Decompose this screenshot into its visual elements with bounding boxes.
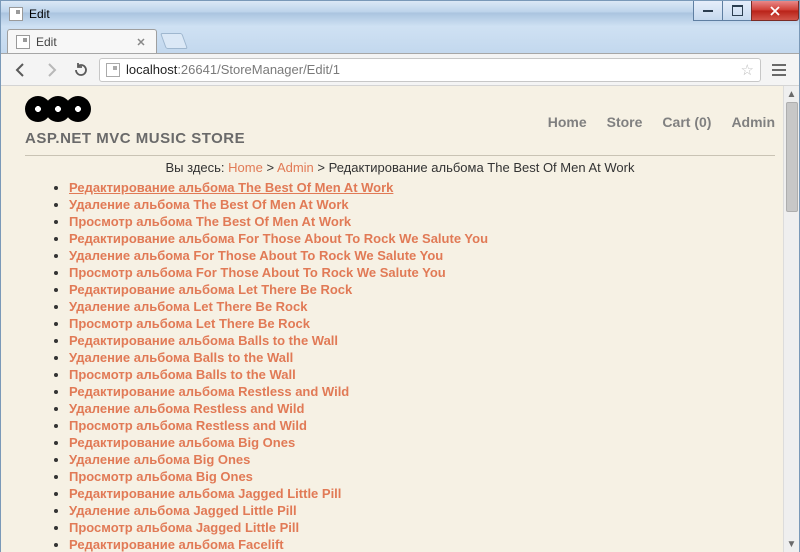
new-tab-button[interactable] xyxy=(160,33,188,49)
page-viewport: ASP.NET MVC MUSIC STORE Home Store Cart … xyxy=(1,86,799,552)
nav-admin[interactable]: Admin xyxy=(731,114,775,130)
url-path: /StoreManager/Edit/1 xyxy=(217,62,340,77)
window-close-button[interactable] xyxy=(751,1,799,21)
logo-disc xyxy=(65,96,91,122)
url-port: :26641 xyxy=(177,62,217,77)
divider xyxy=(25,155,775,156)
album-edit-link[interactable]: Редактирование альбома Restless and Wild xyxy=(69,384,349,399)
scroll-down-button[interactable]: ▼ xyxy=(784,536,800,552)
breadcrumb-current: Редактирование альбома The Best Of Men A… xyxy=(329,160,635,175)
list-item: Редактирование альбома Balls to the Wall xyxy=(69,332,775,349)
album-view-link[interactable]: Просмотр альбома Balls to the Wall xyxy=(69,367,296,382)
album-view-link[interactable]: Просмотр альбома Jagged Little Pill xyxy=(69,520,299,535)
breadcrumb-home[interactable]: Home xyxy=(228,160,263,175)
list-item: Редактирование альбома Let There Be Rock xyxy=(69,281,775,298)
list-item: Редактирование альбома The Best Of Men A… xyxy=(69,179,775,196)
nav-store[interactable]: Store xyxy=(607,114,643,130)
album-edit-link[interactable]: Редактирование альбома For Those About T… xyxy=(69,231,488,246)
album-edit-link[interactable]: Редактирование альбома Let There Be Rock xyxy=(69,282,352,297)
forward-button[interactable] xyxy=(39,58,63,82)
tab-close-button[interactable] xyxy=(134,35,148,49)
site-header: ASP.NET MVC MUSIC STORE Home Store Cart … xyxy=(25,96,775,147)
breadcrumb-admin[interactable]: Admin xyxy=(277,160,314,175)
list-item: Просмотр альбома Restless and Wild xyxy=(69,417,775,434)
window-title-wrap: Edit xyxy=(9,7,50,21)
bookmark-star-icon[interactable]: ☆ xyxy=(741,61,754,79)
list-item: Удаление альбома For Those About To Rock… xyxy=(69,247,775,264)
scroll-thumb[interactable] xyxy=(786,102,798,212)
album-view-link[interactable]: Просмотр альбома Let There Be Rock xyxy=(69,316,310,331)
album-edit-link[interactable]: Редактирование альбома The Best Of Men A… xyxy=(69,180,393,195)
list-item: Удаление альбома Jagged Little Pill xyxy=(69,502,775,519)
page-body: ASP.NET MVC MUSIC STORE Home Store Cart … xyxy=(1,86,799,552)
nav-cart[interactable]: Cart (0) xyxy=(662,114,711,130)
album-edit-link[interactable]: Редактирование альбома Big Ones xyxy=(69,435,295,450)
window-maximize-button[interactable] xyxy=(722,1,752,21)
window-favicon xyxy=(9,7,23,21)
list-item: Просмотр альбома For Those About To Rock… xyxy=(69,264,775,281)
breadcrumb: Вы здесь: Home > Admin > Редактирование … xyxy=(25,160,775,175)
tab-favicon xyxy=(16,35,30,49)
list-item: Удаление альбома Let There Be Rock xyxy=(69,298,775,315)
album-delete-link[interactable]: Удаление альбома The Best Of Men At Work xyxy=(69,197,349,212)
url-text: localhost:26641/StoreManager/Edit/1 xyxy=(126,62,340,77)
album-action-list: Редактирование альбома The Best Of Men A… xyxy=(25,179,775,552)
album-edit-link[interactable]: Редактирование альбома Balls to the Wall xyxy=(69,333,338,348)
album-delete-link[interactable]: Удаление альбома Jagged Little Pill xyxy=(69,503,297,518)
nav-home[interactable]: Home xyxy=(548,114,587,130)
list-item: Редактирование альбома Facelift xyxy=(69,536,775,552)
url-host: localhost xyxy=(126,62,177,77)
list-item: Редактирование альбома Jagged Little Pil… xyxy=(69,485,775,502)
site-title: ASP.NET MVC MUSIC STORE xyxy=(25,130,245,147)
album-delete-link[interactable]: Удаление альбома Let There Be Rock xyxy=(69,299,307,314)
breadcrumb-sep: > xyxy=(263,160,277,175)
list-item: Просмотр альбома Jagged Little Pill xyxy=(69,519,775,536)
album-delete-link[interactable]: Удаление альбома For Those About To Rock… xyxy=(69,248,443,263)
list-item: Удаление альбома The Best Of Men At Work xyxy=(69,196,775,213)
list-item: Просмотр альбома Balls to the Wall xyxy=(69,366,775,383)
top-nav: Home Store Cart (0) Admin xyxy=(548,114,775,130)
scroll-up-button[interactable]: ▲ xyxy=(784,86,800,102)
list-item: Просмотр альбома Let There Be Rock xyxy=(69,315,775,332)
window-minimize-button[interactable] xyxy=(693,1,723,21)
browser-tabstrip: Edit xyxy=(1,26,799,54)
album-delete-link[interactable]: Удаление альбома Big Ones xyxy=(69,452,250,467)
list-item: Просмотр альбома The Best Of Men At Work xyxy=(69,213,775,230)
browser-tab[interactable]: Edit xyxy=(7,29,157,53)
list-item: Удаление альбома Big Ones xyxy=(69,451,775,468)
list-item: Редактирование альбома For Those About T… xyxy=(69,230,775,247)
album-view-link[interactable]: Просмотр альбома Big Ones xyxy=(69,469,253,484)
album-view-link[interactable]: Просмотр альбома The Best Of Men At Work xyxy=(69,214,351,229)
list-item: Редактирование альбома Restless and Wild xyxy=(69,383,775,400)
brand: ASP.NET MVC MUSIC STORE xyxy=(25,96,245,147)
scroll-track[interactable] xyxy=(784,102,799,536)
address-bar[interactable]: localhost:26641/StoreManager/Edit/1 ☆ xyxy=(99,58,761,82)
site-logo xyxy=(25,96,97,124)
reload-button[interactable] xyxy=(69,58,93,82)
album-edit-link[interactable]: Редактирование альбома Jagged Little Pil… xyxy=(69,486,341,501)
browser-menu-button[interactable] xyxy=(767,58,791,82)
album-delete-link[interactable]: Удаление альбома Restless and Wild xyxy=(69,401,304,416)
site-identity-icon xyxy=(106,63,120,77)
back-button[interactable] xyxy=(9,58,33,82)
list-item: Удаление альбома Balls to the Wall xyxy=(69,349,775,366)
breadcrumb-prefix: Вы здесь: xyxy=(166,160,229,175)
list-item: Редактирование альбома Big Ones xyxy=(69,434,775,451)
window-buttons xyxy=(694,1,799,26)
album-delete-link[interactable]: Удаление альбома Balls to the Wall xyxy=(69,350,293,365)
window-titlebar: Edit xyxy=(1,0,799,26)
breadcrumb-sep: > xyxy=(314,160,329,175)
album-view-link[interactable]: Просмотр альбома For Those About To Rock… xyxy=(69,265,446,280)
window-title-text: Edit xyxy=(29,7,50,21)
browser-toolbar: localhost:26641/StoreManager/Edit/1 ☆ xyxy=(1,54,799,86)
album-view-link[interactable]: Просмотр альбома Restless and Wild xyxy=(69,418,307,433)
vertical-scrollbar[interactable]: ▲ ▼ xyxy=(783,86,799,552)
list-item: Просмотр альбома Big Ones xyxy=(69,468,775,485)
tab-title: Edit xyxy=(36,35,57,49)
list-item: Удаление альбома Restless and Wild xyxy=(69,400,775,417)
album-edit-link[interactable]: Редактирование альбома Facelift xyxy=(69,537,284,552)
